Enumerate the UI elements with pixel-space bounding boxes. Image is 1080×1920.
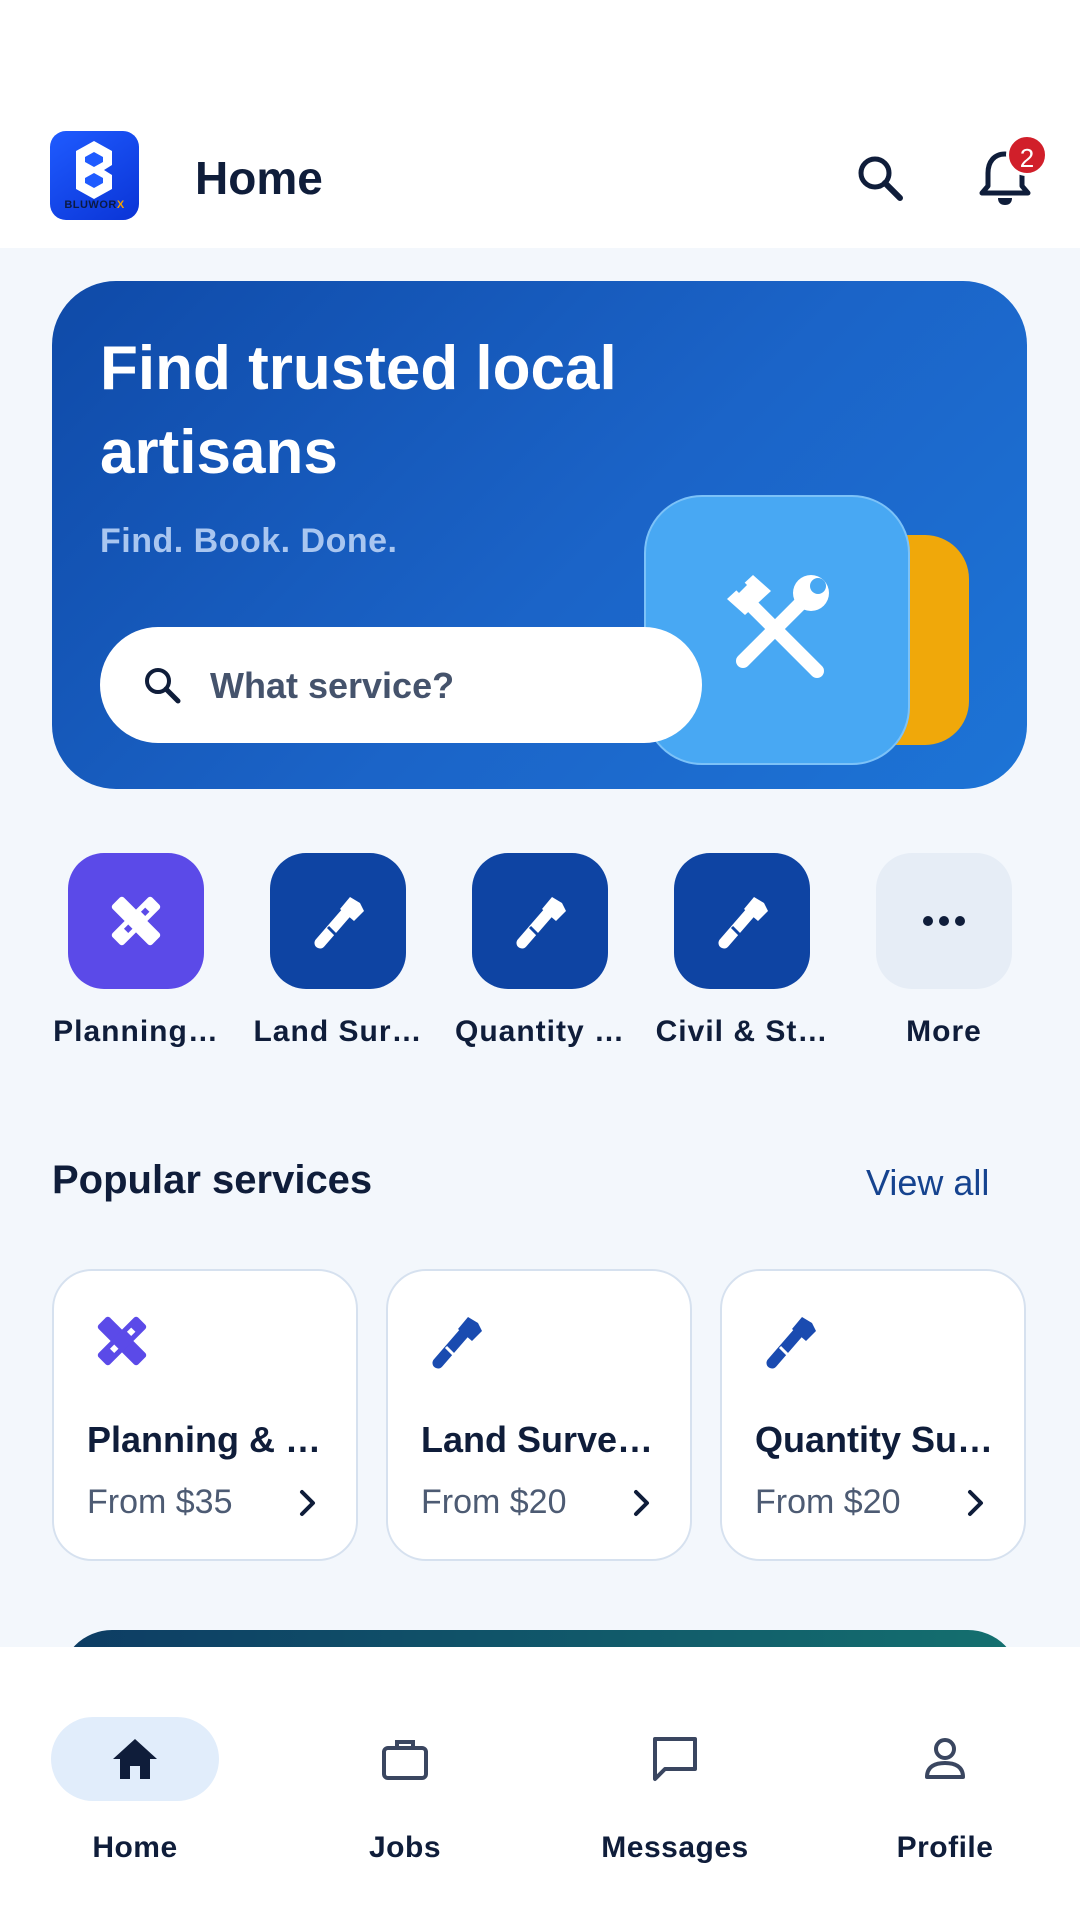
page-title: Home bbox=[195, 152, 323, 204]
briefcase-icon bbox=[382, 1740, 428, 1780]
view-all-link[interactable]: View all bbox=[866, 1162, 989, 1204]
category-quantity-surveying[interactable]: Quantity … bbox=[445, 853, 635, 1053]
category-tile bbox=[270, 853, 406, 989]
service-card-title: Land Surve… bbox=[421, 1419, 654, 1460]
notification-badge: 2 bbox=[1006, 134, 1048, 176]
chevron-right-icon bbox=[968, 1490, 983, 1516]
section-title: Popular services bbox=[52, 1158, 373, 1202]
message-icon bbox=[653, 1737, 697, 1781]
category-tile bbox=[472, 853, 608, 989]
app-bar: BLUWORX Home 2 bbox=[0, 110, 1080, 248]
wrench-icon bbox=[766, 1317, 816, 1369]
search-button[interactable] bbox=[852, 150, 908, 206]
profile-icon bbox=[925, 1738, 965, 1779]
category-row: Planning… Land Sur… Quantity … Civil & S… bbox=[0, 853, 1080, 1053]
category-label: Quantity … bbox=[454, 1015, 625, 1048]
service-card-price: From $20 bbox=[755, 1483, 901, 1521]
category-land-surveying[interactable]: Land Sur… bbox=[243, 853, 433, 1053]
service-card-planning[interactable]: Planning & … From $35 bbox=[52, 1269, 358, 1561]
category-label: Planning… bbox=[53, 1015, 219, 1048]
service-card-title: Planning & … bbox=[87, 1419, 321, 1460]
search-icon bbox=[145, 668, 181, 704]
category-planning[interactable]: Planning… bbox=[41, 853, 231, 1053]
wrench-icon bbox=[516, 897, 566, 949]
nav-label: Jobs bbox=[368, 1831, 442, 1864]
hero-title: Find trusted local artisans bbox=[100, 334, 617, 487]
logo-text: BLUWORX bbox=[64, 199, 125, 211]
nav-jobs[interactable]: Jobs bbox=[305, 1681, 505, 1864]
ruler-pencil-icon bbox=[97, 1316, 147, 1366]
service-card-price: From $20 bbox=[421, 1483, 567, 1521]
nav-label: Messages bbox=[601, 1831, 749, 1864]
bottom-navigation: Home Jobs Messages Profile bbox=[0, 1647, 1080, 1920]
category-label: Land Sur… bbox=[253, 1015, 423, 1048]
category-tile bbox=[674, 853, 810, 989]
app-logo: BLUWORX bbox=[50, 131, 139, 220]
service-card-title: Quantity Su… bbox=[755, 1419, 994, 1460]
nav-profile[interactable]: Profile bbox=[845, 1681, 1045, 1864]
nav-home[interactable]: Home bbox=[35, 1681, 235, 1864]
category-label: Civil & St… bbox=[655, 1015, 829, 1048]
category-more[interactable]: More bbox=[849, 853, 1039, 1053]
search-placeholder: What service? bbox=[210, 665, 455, 706]
service-card-land-surveying[interactable]: Land Surve… From $20 bbox=[386, 1269, 692, 1561]
service-search-input[interactable]: What service? bbox=[100, 627, 702, 743]
nav-label: Home bbox=[92, 1831, 178, 1864]
category-tile bbox=[876, 853, 1012, 989]
category-tile bbox=[68, 853, 204, 989]
wrench-icon bbox=[314, 897, 364, 949]
nav-messages[interactable]: Messages bbox=[575, 1681, 775, 1864]
hero-subtitle: Find. Book. Done. bbox=[100, 522, 398, 560]
ruler-pencil-icon bbox=[111, 896, 161, 946]
category-label: More bbox=[906, 1015, 982, 1048]
status-bar bbox=[0, 0, 1080, 110]
hero-illustration bbox=[644, 495, 984, 789]
chevron-right-icon bbox=[634, 1490, 649, 1516]
search-icon bbox=[858, 156, 903, 201]
more-icon bbox=[923, 916, 965, 926]
nav-label: Profile bbox=[896, 1831, 994, 1864]
category-civil-structural[interactable]: Civil & St… bbox=[647, 853, 837, 1053]
chevron-right-icon bbox=[300, 1490, 315, 1516]
wrench-icon bbox=[718, 897, 768, 949]
hero-banner: Find trusted local artisans Find. Book. … bbox=[52, 281, 1027, 789]
wrench-icon bbox=[432, 1317, 482, 1369]
home-icon bbox=[113, 1739, 157, 1779]
service-card-quantity-surveying[interactable]: Quantity Su… From $20 bbox=[720, 1269, 1026, 1561]
tools-icon bbox=[727, 575, 829, 678]
service-card-price: From $35 bbox=[87, 1483, 233, 1521]
